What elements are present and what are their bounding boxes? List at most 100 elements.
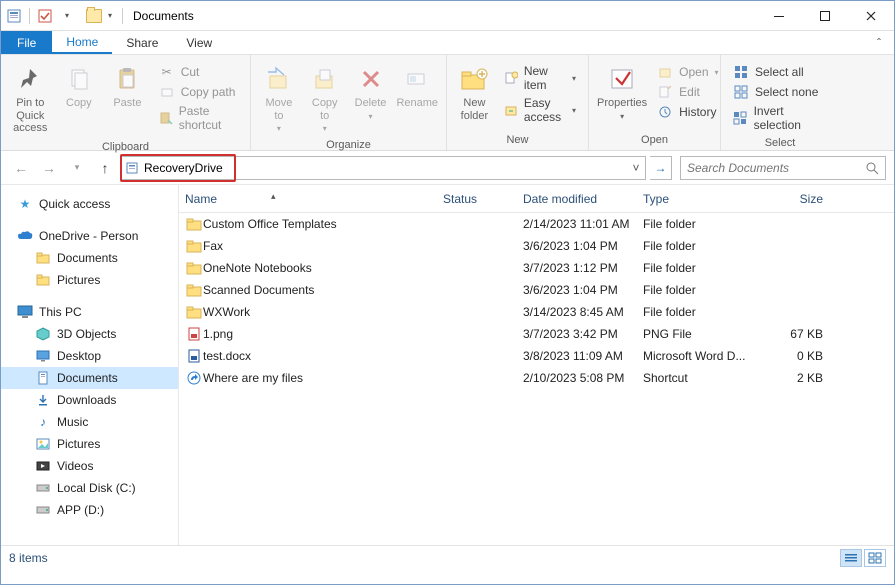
- copy-label: Copy: [66, 97, 92, 110]
- move-to-button[interactable]: Move to▾: [257, 59, 301, 137]
- delete-button[interactable]: Delete▾: [349, 59, 393, 125]
- file-tab[interactable]: File: [1, 31, 52, 54]
- edit-button[interactable]: Edit: [653, 83, 722, 101]
- open-button[interactable]: Open ▾: [653, 63, 722, 81]
- title-dropdown-icon[interactable]: ▾: [108, 11, 112, 20]
- copy-to-icon: [309, 63, 341, 95]
- file-name: test.docx: [203, 349, 443, 363]
- large-icons-view-button[interactable]: [864, 549, 886, 567]
- nav-app-d[interactable]: APP (D:): [1, 499, 178, 521]
- select-all-button[interactable]: Select all: [729, 63, 831, 81]
- rename-button[interactable]: Rename: [394, 59, 440, 114]
- nav-local-disk-c[interactable]: Local Disk (C:): [1, 477, 178, 499]
- music-icon: ♪: [35, 414, 51, 430]
- maximize-button[interactable]: [802, 1, 848, 31]
- nav-onedrive[interactable]: OneDrive - Person: [1, 225, 178, 247]
- properties-qat-checked-icon[interactable]: [36, 7, 54, 25]
- properties-qat-icon[interactable]: [5, 7, 23, 25]
- nav-downloads-label: Downloads: [57, 393, 116, 407]
- videos-icon: [35, 458, 51, 474]
- nav-documents[interactable]: Documents: [1, 367, 178, 389]
- paste-shortcut-button[interactable]: Paste shortcut: [155, 103, 242, 133]
- history-icon: [657, 104, 673, 120]
- desktop-icon: [35, 348, 51, 364]
- up-button[interactable]: ↑: [93, 156, 117, 180]
- copy-to-label: Copy to: [312, 97, 338, 122]
- file-name: WXWork: [203, 305, 443, 319]
- file-type: Shortcut: [643, 371, 763, 385]
- collapse-ribbon-icon[interactable]: ˆ: [864, 31, 894, 54]
- pin-to-quick-access-button[interactable]: Pin to Quick access: [7, 59, 54, 139]
- folder-icon: [185, 282, 203, 298]
- nav-videos-label: Videos: [57, 459, 93, 473]
- ribbon: Pin to Quick access Copy Paste ✂Cut Copy…: [1, 55, 894, 151]
- file-name: Scanned Documents: [203, 283, 443, 297]
- easy-access-icon: [504, 102, 518, 118]
- invert-selection-button[interactable]: Invert selection: [729, 103, 831, 133]
- nav-onedrive-documents[interactable]: Documents: [1, 247, 178, 269]
- share-tab[interactable]: Share: [112, 31, 172, 54]
- history-button[interactable]: History: [653, 103, 722, 121]
- address-input[interactable]: [142, 158, 627, 178]
- close-button[interactable]: [848, 1, 894, 31]
- nav-this-pc[interactable]: This PC: [1, 301, 178, 323]
- col-size[interactable]: Size: [763, 192, 833, 206]
- new-item-button[interactable]: New item ▾: [500, 63, 580, 93]
- home-tab[interactable]: Home: [52, 31, 112, 54]
- navigation-pane[interactable]: ★Quick access OneDrive - Person Document…: [1, 185, 179, 545]
- search-input[interactable]: [687, 161, 865, 175]
- col-date[interactable]: Date modified: [523, 192, 643, 206]
- details-view-button[interactable]: [840, 549, 862, 567]
- nav-desktop[interactable]: Desktop: [1, 345, 178, 367]
- properties-button[interactable]: Properties▾: [595, 59, 649, 125]
- invert-selection-label: Invert selection: [754, 104, 827, 132]
- file-row[interactable]: WXWork3/14/2023 8:45 AMFile folder: [179, 301, 894, 323]
- select-none-button[interactable]: Select none: [729, 83, 831, 101]
- col-status[interactable]: Status: [443, 192, 523, 206]
- back-button[interactable]: ←: [9, 156, 33, 180]
- easy-access-button[interactable]: Easy access ▾: [500, 95, 580, 125]
- file-row[interactable]: 1.png3/7/2023 3:42 PMPNG File67 KB: [179, 323, 894, 345]
- qat-dropdown-icon[interactable]: ▾: [58, 7, 76, 25]
- file-size: 2 KB: [763, 371, 833, 385]
- forward-button[interactable]: →: [37, 156, 61, 180]
- file-date: 3/8/2023 11:09 AM: [523, 349, 643, 363]
- address-bar[interactable]: ˅: [121, 156, 646, 180]
- open-group-label: Open: [595, 132, 714, 150]
- file-row[interactable]: Custom Office Templates2/14/2023 11:01 A…: [179, 213, 894, 235]
- column-headers: Name▴ Status Date modified Type Size: [179, 185, 894, 213]
- address-dropdown-icon[interactable]: ˅: [627, 161, 645, 175]
- select-group-label: Select: [727, 135, 833, 153]
- paste-button[interactable]: Paste: [104, 59, 151, 114]
- minimize-button[interactable]: [756, 1, 802, 31]
- nav-this-pc-label: This PC: [39, 305, 82, 319]
- new-folder-button[interactable]: New folder: [453, 59, 496, 126]
- title-bar: ▾ ▾ Documents: [1, 1, 894, 31]
- col-type[interactable]: Type: [643, 192, 763, 206]
- file-row[interactable]: Fax3/6/2023 1:04 PMFile folder: [179, 235, 894, 257]
- folder-icon: [185, 304, 203, 320]
- cut-button[interactable]: ✂Cut: [155, 63, 242, 81]
- file-type: File folder: [643, 261, 763, 275]
- nav-3d-objects[interactable]: 3D Objects: [1, 323, 178, 345]
- file-row[interactable]: Where are my files2/10/2023 5:08 PMShort…: [179, 367, 894, 389]
- file-row[interactable]: test.docx3/8/2023 11:09 AMMicrosoft Word…: [179, 345, 894, 367]
- item-count: 8 items: [9, 551, 48, 565]
- copy-to-button[interactable]: Copy to▾: [303, 59, 347, 137]
- search-box[interactable]: [680, 156, 886, 180]
- file-row[interactable]: Scanned Documents3/6/2023 1:04 PMFile fo…: [179, 279, 894, 301]
- nav-music[interactable]: ♪Music: [1, 411, 178, 433]
- nav-pictures[interactable]: Pictures: [1, 433, 178, 455]
- view-tab[interactable]: View: [172, 31, 226, 54]
- nav-onedrive-pictures[interactable]: Pictures: [1, 269, 178, 291]
- col-name[interactable]: Name▴: [185, 192, 443, 206]
- nav-desktop-label: Desktop: [57, 349, 101, 363]
- copy-button[interactable]: Copy: [56, 59, 103, 114]
- nav-videos[interactable]: Videos: [1, 455, 178, 477]
- nav-quick-access[interactable]: ★Quick access: [1, 193, 178, 215]
- nav-downloads[interactable]: Downloads: [1, 389, 178, 411]
- copy-path-button[interactable]: Copy path: [155, 83, 242, 101]
- go-button[interactable]: →: [650, 156, 672, 180]
- recent-locations-button[interactable]: ▾: [65, 156, 89, 180]
- file-row[interactable]: OneNote Notebooks3/7/2023 1:12 PMFile fo…: [179, 257, 894, 279]
